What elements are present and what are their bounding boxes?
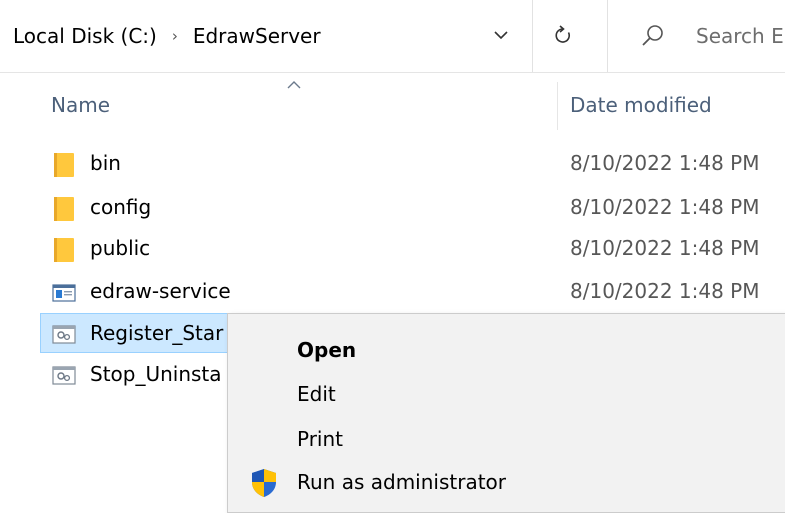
- sort-ascending-icon: [287, 81, 301, 89]
- toolbar-divider: [532, 0, 533, 72]
- file-name: public: [90, 236, 151, 260]
- menu-item-label: Run as administrator: [297, 470, 507, 494]
- context-menu: Open Edit Print Run as administrator: [227, 313, 785, 513]
- file-date: 8/10/2022 1:48 PM: [570, 279, 760, 303]
- folder-icon: [54, 153, 74, 177]
- file-name: config: [90, 195, 152, 219]
- breadcrumb-local-disk[interactable]: Local Disk (C:): [13, 22, 157, 50]
- refresh-icon: [555, 25, 570, 43]
- address-bar: Local Disk (C:) › EdrawServer Search E: [0, 0, 785, 73]
- search-box[interactable]: Search E: [616, 0, 785, 72]
- file-row-edraw-service[interactable]: edraw-service 8/10/2022 1:48 PM: [40, 271, 785, 311]
- breadcrumb-separator[interactable]: ›: [157, 22, 193, 50]
- file-date: 8/10/2022 1:48 PM: [570, 236, 760, 260]
- menu-item-label: Edit: [297, 382, 336, 406]
- menu-item-open[interactable]: Open: [228, 328, 785, 372]
- column-divider[interactable]: [557, 82, 558, 130]
- toolbar-divider: [607, 0, 608, 72]
- application-icon: [52, 284, 76, 302]
- file-row-register-start[interactable]: Register_Star: [40, 313, 240, 353]
- menu-item-edit[interactable]: Edit: [228, 372, 785, 416]
- refresh-button[interactable]: [540, 14, 586, 56]
- batch-file-icon: [52, 325, 76, 344]
- uac-shield-icon: [252, 469, 276, 497]
- file-row-public[interactable]: public 8/10/2022 1:48 PM: [40, 228, 785, 268]
- menu-item-run-as-administrator[interactable]: Run as administrator: [228, 460, 785, 504]
- file-row-bin[interactable]: bin 8/10/2022 1:48 PM: [40, 143, 785, 183]
- folder-icon: [54, 238, 74, 262]
- file-name: Stop_Uninsta: [90, 362, 222, 386]
- breadcrumb: Local Disk (C:) › EdrawServer: [13, 22, 321, 50]
- search-icon: [638, 22, 666, 50]
- breadcrumb-edrawserver[interactable]: EdrawServer: [193, 22, 321, 50]
- menu-item-label: Print: [297, 427, 344, 451]
- column-header-date-modified[interactable]: Date modified: [570, 90, 712, 120]
- file-name: bin: [90, 151, 121, 175]
- menu-item-print[interactable]: Print: [228, 417, 785, 461]
- file-name: Register_Star: [90, 321, 224, 345]
- file-date: 8/10/2022 1:48 PM: [570, 195, 760, 219]
- address-history-dropdown[interactable]: [478, 14, 524, 56]
- column-header-name[interactable]: Name: [51, 90, 110, 120]
- chevron-down-icon: [494, 31, 508, 40]
- file-name: edraw-service: [90, 279, 231, 303]
- folder-icon: [54, 197, 74, 221]
- file-date: 8/10/2022 1:48 PM: [570, 151, 760, 175]
- file-row-config[interactable]: config 8/10/2022 1:48 PM: [40, 187, 785, 227]
- search-input[interactable]: Search E: [696, 22, 784, 50]
- menu-item-label: Open: [297, 338, 357, 362]
- batch-file-icon: [52, 366, 76, 385]
